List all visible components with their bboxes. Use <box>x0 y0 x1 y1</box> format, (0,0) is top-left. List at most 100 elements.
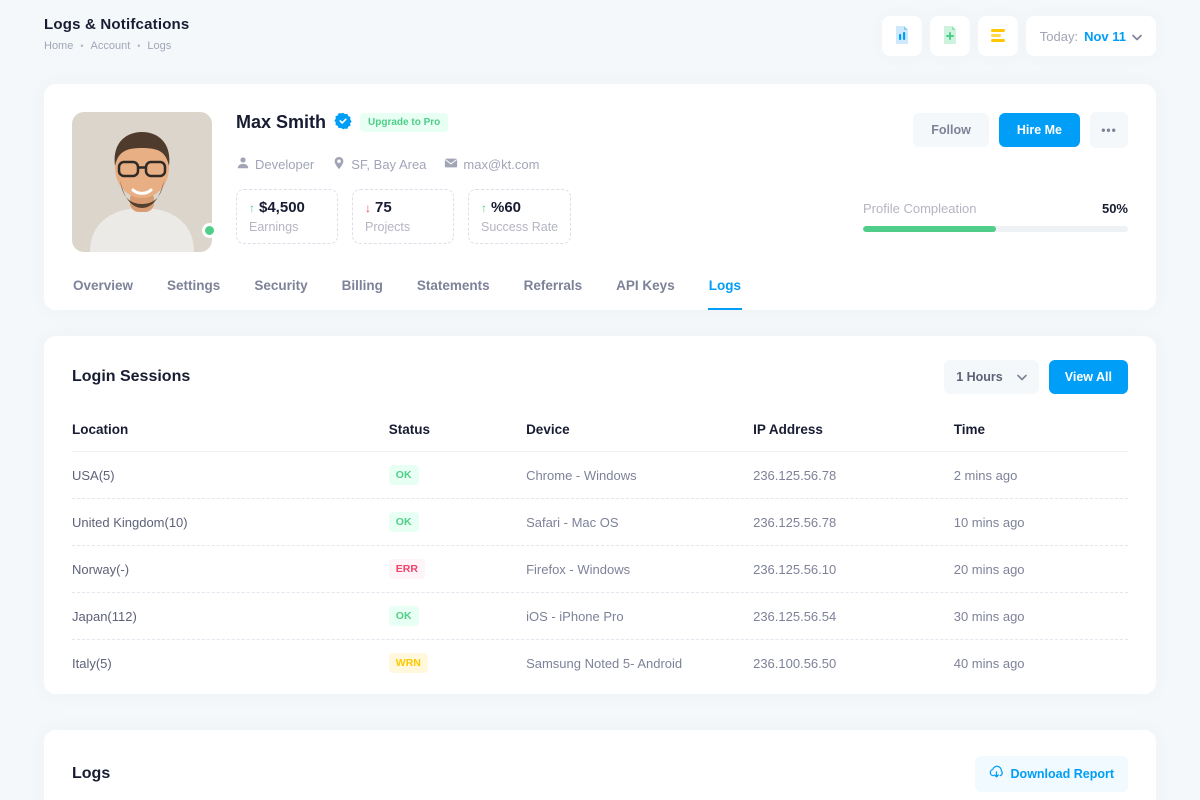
profile-avatar <box>72 112 212 252</box>
online-status-dot <box>202 223 217 238</box>
follow-button[interactable]: Follow <box>913 113 989 147</box>
page-title: Logs & Notifcations <box>44 16 189 33</box>
profile-tab[interactable]: Referrals <box>523 278 584 310</box>
session-status-cell: OK <box>389 606 526 626</box>
sessions-table-header: Location Status Device IP Address Time <box>72 408 1128 452</box>
session-status-cell: ERR <box>389 559 526 579</box>
avatar-image <box>72 112 212 252</box>
sessions-filter-select[interactable]: 1 Hours <box>944 360 1039 394</box>
status-badge: ERR <box>389 559 425 579</box>
session-device: Samsung Noted 5- Android <box>526 656 753 671</box>
session-status-cell: OK <box>389 512 526 532</box>
profile-email-link[interactable]: max@kt.com <box>444 156 539 173</box>
trend-up-icon <box>249 201 255 215</box>
status-badge: WRN <box>389 653 428 673</box>
profile-tab[interactable]: Statements <box>416 278 491 310</box>
session-table-row: Italy(5) WRN Samsung Noted 5- Android 23… <box>72 640 1128 686</box>
profile-tab[interactable]: Billing <box>341 278 384 310</box>
profile-completion: Profile Compleation 50% <box>863 201 1128 232</box>
page: Logs & Notifcations Home Account Logs <box>0 0 1200 800</box>
breadcrumb-item-account[interactable]: Account <box>91 40 141 52</box>
profile-name: Max Smith <box>236 112 326 133</box>
trend-up-icon <box>481 201 487 215</box>
upgrade-to-pro-badge[interactable]: Upgrade to Pro <box>360 113 448 132</box>
breadcrumb-item-logs: Logs <box>147 40 171 52</box>
download-report-label: Download Report <box>1011 767 1114 781</box>
profile-stats: $4,500 Earnings 75 Projects <box>236 189 571 244</box>
profile-completion-percent: 50% <box>1102 201 1128 216</box>
trend-down-icon <box>365 201 371 215</box>
session-table-row: Japan(112) OK iOS - iPhone Pro 236.125.5… <box>72 593 1128 640</box>
profile-tab[interactable]: Settings <box>166 278 221 310</box>
profile-role-link[interactable]: Developer <box>236 156 314 173</box>
profile-location-label: SF, Bay Area <box>351 157 426 172</box>
stat-projects-value: 75 <box>375 199 392 216</box>
session-device: Chrome - Windows <box>526 468 753 483</box>
sessions-table: Location Status Device IP Address Time U… <box>72 408 1128 686</box>
profile-role-label: Developer <box>255 157 314 172</box>
status-badge: OK <box>389 606 419 626</box>
topbar-left: Logs & Notifcations Home Account Logs <box>44 16 189 52</box>
date-value: Nov 11 <box>1084 29 1126 44</box>
profile-tab[interactable]: API Keys <box>615 278 676 310</box>
session-time: 40 mins ago <box>954 656 1128 671</box>
file-chart-button[interactable] <box>882 16 922 56</box>
profile-tab[interactable]: Overview <box>72 278 134 310</box>
breadcrumb-item-home[interactable]: Home <box>44 40 84 52</box>
session-ip: 236.125.56.78 <box>753 515 954 530</box>
session-status-cell: WRN <box>389 653 526 673</box>
status-badge: OK <box>389 512 419 532</box>
chevron-down-icon <box>1017 370 1027 384</box>
column-header-location: Location <box>72 422 389 437</box>
list-button[interactable] <box>978 16 1018 56</box>
stat-projects-label: Projects <box>365 220 441 234</box>
stat-projects: 75 Projects <box>352 189 454 244</box>
stat-success-rate-label: Success Rate <box>481 220 558 234</box>
sessions-filter-value: 1 Hours <box>956 370 1003 384</box>
date-picker-button[interactable]: Today: Nov 11 <box>1026 16 1156 56</box>
file-chart-icon <box>892 25 912 48</box>
session-table-row: United Kingdom(10) OK Safari - Mac OS 23… <box>72 499 1128 546</box>
topbar-actions: Today: Nov 11 <box>882 16 1156 56</box>
session-location: Japan(112) <box>72 609 389 624</box>
session-location: Italy(5) <box>72 656 389 671</box>
session-time: 30 mins ago <box>954 609 1128 624</box>
session-time: 10 mins ago <box>954 515 1128 530</box>
file-plus-icon <box>940 25 960 48</box>
stat-earnings-value: $4,500 <box>259 199 305 216</box>
session-ip: 236.125.56.78 <box>753 468 954 483</box>
session-ip: 236.125.56.10 <box>753 562 954 577</box>
list-lines-icon <box>988 25 1008 48</box>
chevron-down-icon <box>1132 29 1142 44</box>
view-all-button[interactable]: View All <box>1049 360 1128 394</box>
logs-card: Logs Download Report 500 ERR POST /v1/in… <box>44 730 1156 800</box>
profile-tab[interactable]: Logs <box>708 278 742 310</box>
session-table-row: Norway(-) ERR Firefox - Windows 236.125.… <box>72 546 1128 593</box>
session-location: United Kingdom(10) <box>72 515 389 530</box>
file-add-button[interactable] <box>930 16 970 56</box>
column-header-status: Status <box>389 422 526 437</box>
session-time: 20 mins ago <box>954 562 1128 577</box>
hire-me-button[interactable]: Hire Me <box>999 113 1080 147</box>
topbar: Logs & Notifcations Home Account Logs <box>44 0 1156 56</box>
session-device: iOS - iPhone Pro <box>526 609 753 624</box>
session-ip: 236.125.56.54 <box>753 609 954 624</box>
session-time: 2 mins ago <box>954 468 1128 483</box>
profile-tab[interactable]: Security <box>253 278 308 310</box>
login-sessions-title: Login Sessions <box>72 368 190 386</box>
login-sessions-card: Login Sessions 1 Hours View All Location… <box>44 336 1156 694</box>
download-report-button[interactable]: Download Report <box>975 756 1128 792</box>
status-badge: OK <box>389 465 419 485</box>
verified-badge-icon <box>334 112 352 133</box>
profile-meta: Developer SF, Bay Area max@kt.com <box>236 156 1128 173</box>
column-header-device: Device <box>526 422 753 437</box>
session-location: USA(5) <box>72 468 389 483</box>
envelope-icon <box>444 156 458 173</box>
profile-card: Max Smith Upgrade to Pro Follow Hire Me … <box>44 84 1156 310</box>
sessions-table-body: USA(5) OK Chrome - Windows 236.125.56.78… <box>72 452 1128 686</box>
cloud-download-icon <box>989 765 1004 783</box>
column-header-ip: IP Address <box>753 422 954 437</box>
session-location: Norway(-) <box>72 562 389 577</box>
more-options-button[interactable]: ••• <box>1090 112 1128 148</box>
profile-location-link[interactable]: SF, Bay Area <box>332 156 426 173</box>
